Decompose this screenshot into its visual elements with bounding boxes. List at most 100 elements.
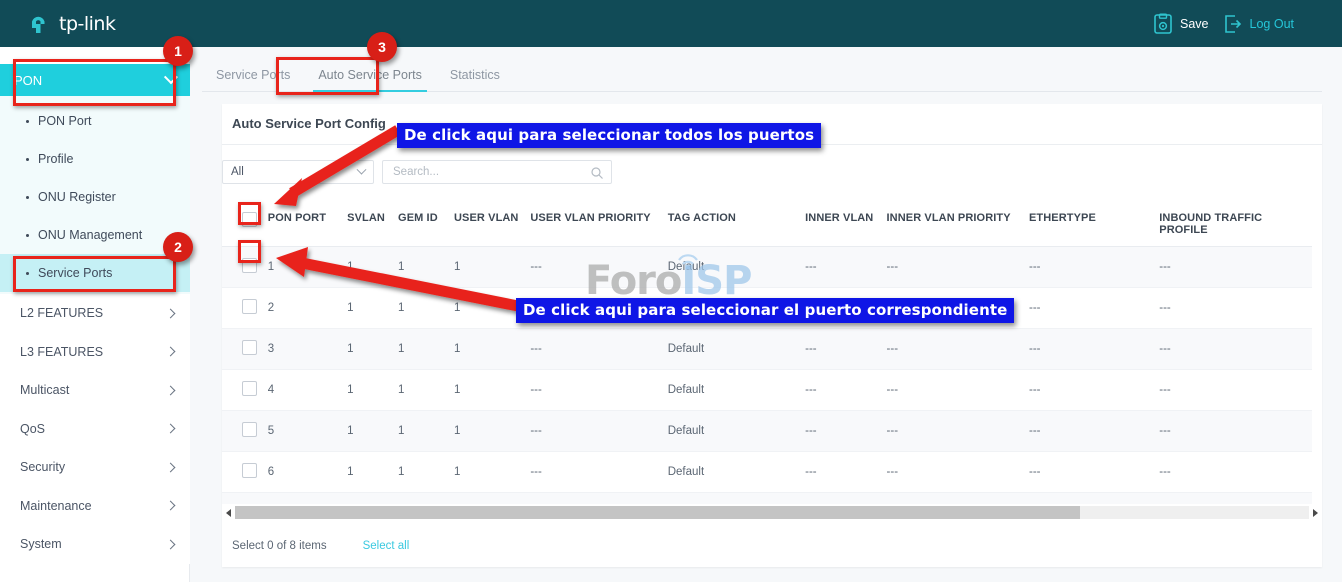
select-all-header-cell <box>222 204 268 247</box>
scroll-left-arrow[interactable] <box>222 504 235 521</box>
logout-button[interactable]: Log Out <box>1223 13 1294 35</box>
cell-ethertype: --- <box>1029 452 1159 493</box>
cell-svlan: 1 <box>347 452 398 493</box>
cell-inner-vlan-priority: --- <box>887 247 1029 288</box>
table-scroll-region: PON PORT SVLAN GEM ID USER VLAN USER VLA… <box>222 204 1322 504</box>
cell-user-vlan-priority: --- <box>530 452 667 493</box>
chevron-right-icon <box>166 424 176 434</box>
column-header-inbound-traffic-profile[interactable]: INBOUND TRAFFIC PROFILE <box>1159 204 1312 247</box>
row-checkbox[interactable] <box>242 299 257 314</box>
chevron-right-icon <box>166 539 176 549</box>
sidebar-group-label: Maintenance <box>20 499 167 513</box>
sidebar-group-security[interactable]: Security <box>0 448 190 487</box>
sidebar-group-system[interactable]: System <box>0 525 190 564</box>
cell-user-vlan: 1 <box>454 411 530 452</box>
cell-inbound-traffic-profile: --- <box>1159 288 1312 329</box>
sidebar-group-pon[interactable]: PON <box>0 64 190 96</box>
annotation-callout-select-port: De click aqui para seleccionar el puerto… <box>516 298 1014 323</box>
search-input[interactable] <box>391 165 591 179</box>
cell-user-vlan: 1 <box>454 452 530 493</box>
scrollbar-thumb[interactable] <box>235 506 1080 519</box>
select-all-checkbox[interactable] <box>242 212 257 227</box>
cell-inner-vlan: --- <box>805 452 886 493</box>
chevron-down-icon <box>164 70 178 84</box>
tplink-logo-icon <box>28 11 54 37</box>
row-select-cell <box>222 247 268 288</box>
horizontal-scrollbar[interactable] <box>222 504 1322 521</box>
table-row[interactable]: 7111---Default------------ <box>222 493 1312 505</box>
column-header-svlan[interactable]: SVLAN <box>347 204 398 247</box>
scroll-right-arrow[interactable] <box>1309 504 1322 521</box>
annotation-badge-2: 2 <box>163 232 193 262</box>
cell-user-vlan-priority: --- <box>530 329 667 370</box>
column-header-user-vlan-priority[interactable]: USER VLAN PRIORITY <box>530 204 667 247</box>
row-checkbox[interactable] <box>242 422 257 437</box>
tab-auto-service-ports[interactable]: Auto Service Ports <box>304 68 436 91</box>
cell-gem-id: 1 <box>398 329 454 370</box>
cell-user-vlan: 1 <box>454 329 530 370</box>
cell-svlan: 1 <box>347 411 398 452</box>
sidebar-item-profile[interactable]: Profile <box>0 140 190 178</box>
cell-user-vlan-priority: --- <box>530 493 667 505</box>
row-checkbox[interactable] <box>242 381 257 396</box>
cell-gem-id: 1 <box>398 411 454 452</box>
column-header-inner-vlan-priority[interactable]: INNER VLAN PRIORITY <box>887 204 1029 247</box>
annotation-badge-3: 3 <box>367 32 397 62</box>
cell-pon-port: 2 <box>268 288 347 329</box>
cell-tag-action: Default <box>668 329 805 370</box>
sidebar-item-label: Service Ports <box>38 266 112 280</box>
cell-inbound-traffic-profile: --- <box>1159 411 1312 452</box>
column-header-gem-id[interactable]: GEM ID <box>398 204 454 247</box>
table-head: PON PORT SVLAN GEM ID USER VLAN USER VLA… <box>222 204 1312 247</box>
sidebar-group-multicast[interactable]: Multicast <box>0 371 190 410</box>
tab-statistics[interactable]: Statistics <box>436 68 514 91</box>
chevron-right-icon <box>166 385 176 395</box>
cell-gem-id: 1 <box>398 493 454 505</box>
logout-label: Log Out <box>1250 17 1294 31</box>
sidebar-item-label: ONU Register <box>38 190 116 204</box>
column-header-inner-vlan[interactable]: INNER VLAN <box>805 204 886 247</box>
tab-bar: Service Ports Auto Service Ports Statist… <box>202 60 1322 92</box>
annotation-badge-1: 1 <box>163 36 193 66</box>
table-row[interactable]: 1111---Default------------ <box>222 247 1312 288</box>
cell-gem-id: 1 <box>398 452 454 493</box>
auto-service-port-table: PON PORT SVLAN GEM ID USER VLAN USER VLA… <box>222 204 1312 504</box>
column-header-pon-port[interactable]: PON PORT <box>268 204 347 247</box>
row-checkbox[interactable] <box>242 463 257 478</box>
table-row[interactable]: 5111---Default------------ <box>222 411 1312 452</box>
tab-service-ports[interactable]: Service Ports <box>202 68 304 91</box>
cell-inbound-traffic-profile: --- <box>1159 452 1312 493</box>
top-bar-actions: Save Log Out <box>1153 0 1294 47</box>
cell-tag-action: Default <box>668 247 805 288</box>
column-header-ethertype[interactable]: ETHERTYPE <box>1029 204 1159 247</box>
save-label: Save <box>1180 17 1209 31</box>
table-row[interactable]: 3111---Default------------ <box>222 329 1312 370</box>
row-checkbox[interactable] <box>242 340 257 355</box>
select-all-link[interactable]: Select all <box>363 540 410 552</box>
sidebar-group-label: Security <box>20 460 167 474</box>
column-header-tag-action[interactable]: TAG ACTION <box>668 204 805 247</box>
sidebar-item-pon-port[interactable]: PON Port <box>0 102 190 140</box>
table-row[interactable]: 4111---Default------------ <box>222 370 1312 411</box>
sidebar-item-onu-register[interactable]: ONU Register <box>0 178 190 216</box>
row-checkbox[interactable] <box>242 258 257 273</box>
cell-inner-vlan: --- <box>805 329 886 370</box>
save-button[interactable]: Save <box>1153 13 1209 35</box>
column-header-user-vlan[interactable]: USER VLAN <box>454 204 530 247</box>
sidebar-item-service-ports[interactable]: Service Ports <box>0 254 190 292</box>
cell-gem-id: 1 <box>398 288 454 329</box>
sidebar-group-l2-features[interactable]: L2 FEATURES <box>0 294 190 333</box>
scrollbar-track[interactable] <box>235 506 1309 519</box>
search-icon[interactable] <box>591 166 603 178</box>
sidebar-group-pon-label: PON <box>14 73 166 88</box>
save-icon <box>1153 13 1173 35</box>
brand-name: tp-link <box>59 13 115 35</box>
sidebar-item-onu-management[interactable]: ONU Management <box>0 216 190 254</box>
filter-select[interactable]: All <box>222 160 374 184</box>
sidebar-group-maintenance[interactable]: Maintenance <box>0 487 190 526</box>
table-row[interactable]: 6111---Default------------ <box>222 452 1312 493</box>
sidebar-group-l3-features[interactable]: L3 FEATURES <box>0 333 190 372</box>
search-box[interactable] <box>382 160 612 184</box>
sidebar-group-qos[interactable]: QoS <box>0 410 190 449</box>
brand-logo[interactable]: tp-link <box>28 11 115 37</box>
